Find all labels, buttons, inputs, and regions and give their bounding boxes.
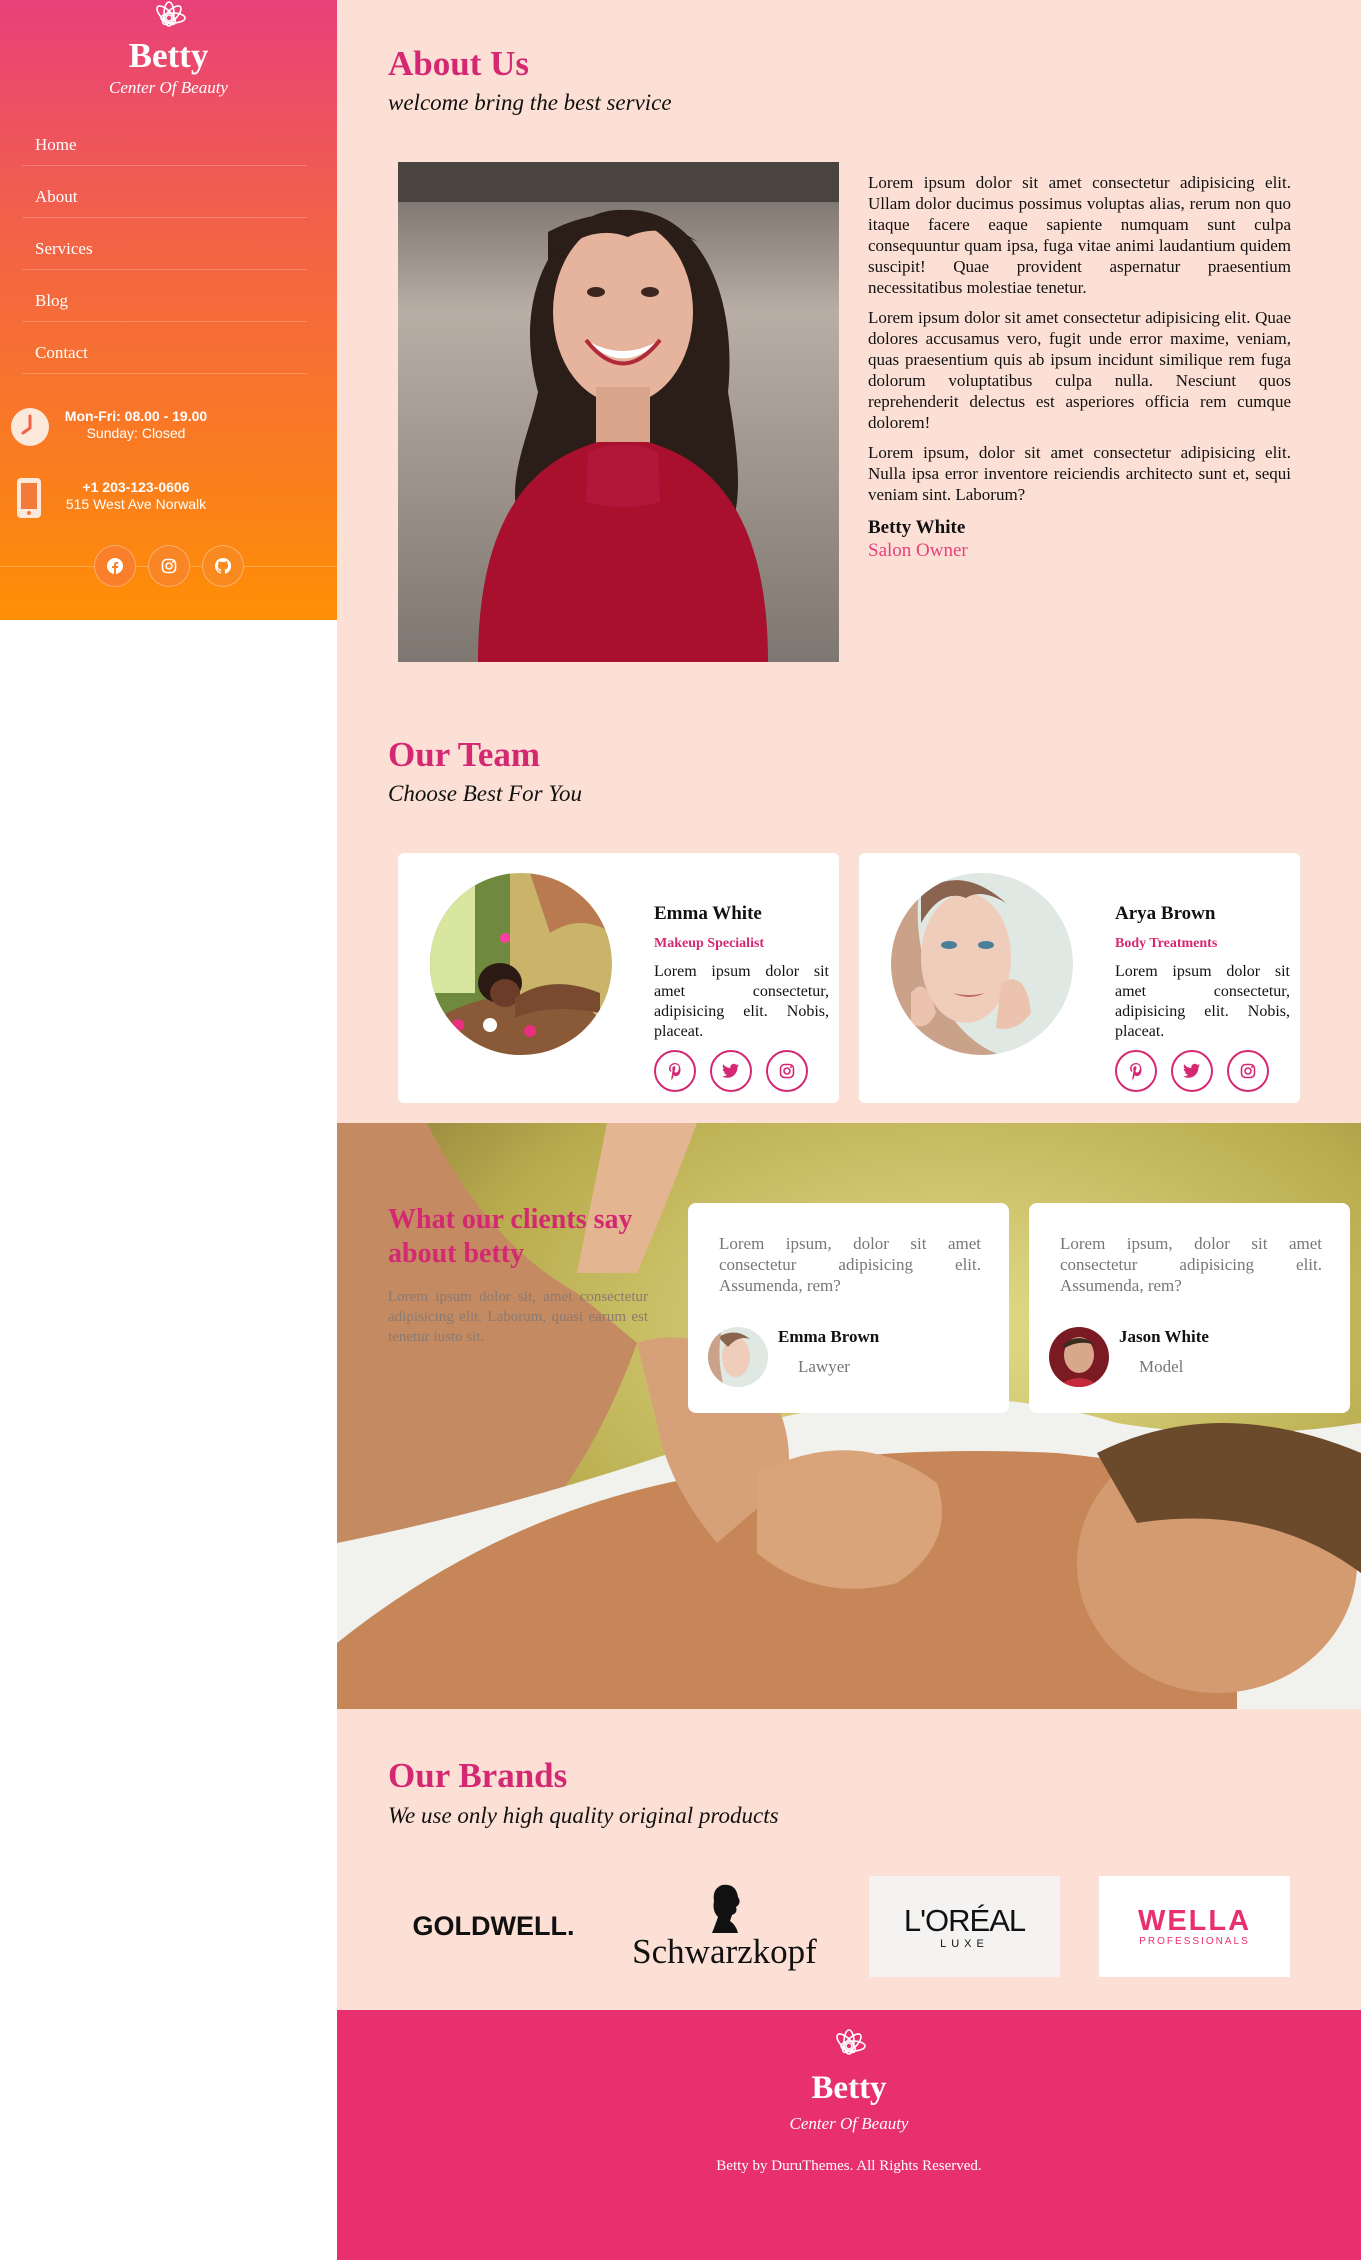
owner-photo — [398, 162, 839, 662]
nav-item-contact[interactable]: Contact — [22, 322, 307, 374]
team-card: Emma White Makeup Specialist Lorem ipsum… — [398, 853, 839, 1103]
sidebar-tagline: Center Of Beauty — [109, 78, 228, 97]
main-nav: Home About Services Blog Contact — [22, 114, 307, 374]
team-subtitle: Choose Best For You — [388, 781, 583, 806]
nav-item-home[interactable]: Home — [22, 114, 307, 166]
nav-item-blog[interactable]: Blog — [22, 270, 307, 322]
testimonial-name: Jason White — [1119, 1327, 1209, 1346]
testimonial-quote: Lorem ipsum, dolor sit amet consectetur … — [719, 1234, 981, 1295]
testimonial-card: Lorem ipsum, dolor sit amet consectetur … — [1029, 1203, 1350, 1413]
team-member-role: Makeup Specialist — [654, 936, 765, 951]
footer-copyright: Betty by DuruThemes. All Rights Reserved… — [716, 2158, 982, 2174]
testimonial-job: Lawyer — [798, 1357, 850, 1376]
about-text: Lorem ipsum dolor sit amet consectetur a… — [868, 172, 1291, 561]
github-icon[interactable] — [201, 545, 244, 587]
testimonial-card: Lorem ipsum, dolor sit amet consectetur … — [688, 1203, 1009, 1413]
phone-number[interactable]: +1 203-123-0606 — [82, 479, 189, 495]
brand-logo-goldwell[interactable]: GOLDWELL. — [398, 1876, 589, 1977]
schwarzkopf-silhouette-icon — [711, 1884, 740, 1933]
team-member-photo — [891, 873, 1073, 1055]
team-title: Our Team — [388, 735, 541, 774]
lotus-logo-icon — [337, 2026, 1361, 2064]
brand-logo-loreal[interactable]: L'ORÉAL LUXE — [869, 1876, 1060, 1977]
brands-title: Our Brands — [388, 1756, 568, 1795]
owner-name: Betty White — [868, 517, 966, 538]
sidebar-socials — [0, 545, 337, 587]
brands-subtitle: We use only high quality original produc… — [388, 1803, 779, 1828]
team-member-socials — [654, 1050, 808, 1092]
contact-info: +1 203-123-0606 515 West Ave Norwalk — [0, 477, 337, 521]
nav-item-about[interactable]: About — [22, 166, 307, 218]
testimonials-intro: Lorem ipsum dolor sit, amet consectetur … — [388, 1289, 648, 1345]
testimonial-quote: Lorem ipsum, dolor sit amet consectetur … — [1060, 1234, 1322, 1295]
team-member-name: Emma White — [654, 903, 762, 924]
testimonial-job: Model — [1139, 1357, 1184, 1376]
team-member-desc: Lorem ipsum dolor sit amet consectetur, … — [1115, 963, 1290, 1040]
avatar — [1049, 1327, 1109, 1387]
team-card: Arya Brown Body Treatments Lorem ipsum d… — [859, 853, 1300, 1103]
testimonials-heading: What our clients say about betty — [388, 1204, 633, 1269]
twitter-icon[interactable] — [1171, 1050, 1213, 1092]
sidebar: Betty Center Of Beauty Home About Servic… — [0, 0, 337, 620]
about-title: About Us — [388, 44, 530, 83]
about-paragraph: Lorem ipsum dolor sit amet consectetur a… — [868, 173, 1291, 297]
team-member-role: Body Treatments — [1115, 936, 1218, 951]
footer-brand[interactable]: Betty — [337, 2070, 1361, 2107]
pinterest-icon[interactable] — [1115, 1050, 1157, 1092]
pinterest-icon[interactable] — [654, 1050, 696, 1092]
phone-icon — [15, 477, 43, 522]
about-subtitle: welcome bring the best service — [388, 90, 672, 115]
about-paragraph: Lorem ipsum, dolor sit amet consectetur … — [868, 443, 1291, 504]
lotus-logo-icon — [0, 0, 337, 34]
sidebar-brand[interactable]: Betty — [0, 36, 337, 76]
avatar — [708, 1327, 768, 1387]
brand-logo-schwarzkopf[interactable]: Schwarzkopf — [629, 1876, 820, 1977]
team-member-photo — [430, 873, 612, 1055]
opening-hours: Mon-Fri: 08.00 - 19.00 Sunday: Closed — [0, 405, 337, 449]
clock-icon — [10, 407, 50, 450]
brand-logo-wella[interactable]: WELLA PROFESSIONALS — [1099, 1876, 1290, 1977]
footer-tagline: Center Of Beauty — [789, 2114, 909, 2133]
team-member-socials — [1115, 1050, 1269, 1092]
facebook-icon[interactable] — [93, 545, 136, 587]
team-member-desc: Lorem ipsum dolor sit amet consectetur, … — [654, 963, 829, 1040]
hours-sunday: Sunday: Closed — [86, 425, 186, 441]
main-content: About Us welcome bring the best service … — [337, 0, 1361, 2260]
instagram-icon[interactable] — [766, 1050, 808, 1092]
team-member-name: Arya Brown — [1115, 903, 1216, 924]
testimonials-section: What our clients say about betty Lorem i… — [337, 1123, 1361, 1709]
instagram-icon[interactable] — [1227, 1050, 1269, 1092]
address: 515 West Ave Norwalk — [65, 496, 207, 512]
nav-item-services[interactable]: Services — [22, 218, 307, 270]
hours-weekdays: Mon-Fri: 08.00 - 19.00 — [64, 408, 208, 424]
instagram-icon[interactable] — [147, 545, 190, 587]
twitter-icon[interactable] — [710, 1050, 752, 1092]
about-paragraph: Lorem ipsum dolor sit amet consectetur a… — [868, 308, 1291, 432]
owner-role: Salon Owner — [868, 540, 968, 561]
footer: Betty Center Of Beauty Betty by DuruThem… — [337, 2010, 1361, 2260]
testimonial-name: Emma Brown — [778, 1327, 880, 1346]
